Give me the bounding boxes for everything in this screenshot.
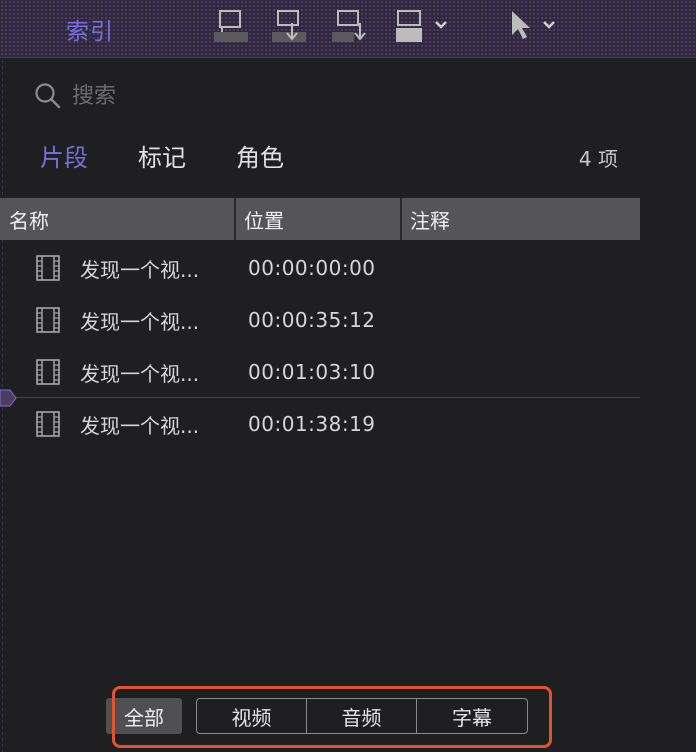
tab-markers[interactable]: 标记	[138, 138, 186, 173]
film-icon	[36, 359, 60, 385]
clip-position: 00:01:03:10	[248, 360, 376, 384]
search-icon	[35, 83, 61, 109]
filter-segment-group: 视频 音频 字幕	[196, 698, 528, 734]
tab-roles[interactable]: 角色	[236, 138, 284, 173]
film-icon	[36, 255, 60, 281]
filter-captions-button[interactable]: 字幕	[417, 699, 527, 733]
clip-name: 发现一个视...	[80, 257, 200, 282]
append-clip-button[interactable]	[330, 8, 368, 44]
arrow-pointer-icon	[512, 11, 555, 39]
table-header: 名称 位置 注释	[0, 198, 640, 240]
tab-clips[interactable]: 片段	[40, 138, 88, 173]
overwrite-clip-button[interactable]	[394, 8, 454, 44]
film-icon	[36, 307, 60, 333]
film-icon	[36, 411, 60, 437]
column-header-position[interactable]: 位置	[236, 198, 402, 240]
filter-bar: 全部 视频 音频 字幕	[106, 698, 528, 734]
table-row[interactable]: 发现一个视... 00:00:00:00	[0, 242, 640, 294]
clip-position: 00:00:35:12	[248, 308, 376, 332]
item-count: 4 项	[578, 147, 618, 171]
index-tabs: 片段 标记 角色	[40, 138, 334, 173]
clip-name: 发现一个视...	[80, 413, 200, 438]
append-clip-icon	[332, 10, 366, 42]
column-header-notes[interactable]: 注释	[402, 198, 640, 240]
table-row[interactable]: 发现一个视... 00:00:35:12	[0, 294, 640, 346]
clip-position: 00:01:38:19	[248, 412, 376, 436]
connect-clip-button[interactable]	[212, 8, 250, 44]
insert-clip-button[interactable]	[270, 8, 308, 44]
overwrite-clip-icon	[396, 10, 447, 42]
filter-all-button[interactable]: 全部	[106, 698, 182, 734]
clip-name: 发现一个视...	[80, 309, 200, 334]
toolbar: 索引	[0, 0, 696, 58]
column-header-name[interactable]: 名称	[0, 198, 236, 240]
filter-video-button[interactable]: 视频	[197, 699, 307, 733]
chevron-down-icon	[435, 21, 447, 29]
select-tool-button[interactable]	[506, 8, 562, 44]
table-row[interactable]: 发现一个视... 00:01:03:10	[0, 346, 640, 398]
connect-clip-icon	[214, 10, 248, 42]
search-bar[interactable]	[34, 82, 372, 110]
clip-name: 发现一个视...	[80, 361, 200, 386]
clip-position: 00:00:00:00	[248, 256, 376, 280]
table-row[interactable]: 发现一个视... 00:01:38:19	[0, 398, 640, 450]
chevron-down-icon	[543, 21, 555, 29]
index-title[interactable]: 索引	[66, 12, 114, 46]
insert-clip-icon	[272, 10, 306, 42]
filter-audio-button[interactable]: 音频	[307, 699, 417, 733]
search-input[interactable]	[72, 83, 372, 109]
